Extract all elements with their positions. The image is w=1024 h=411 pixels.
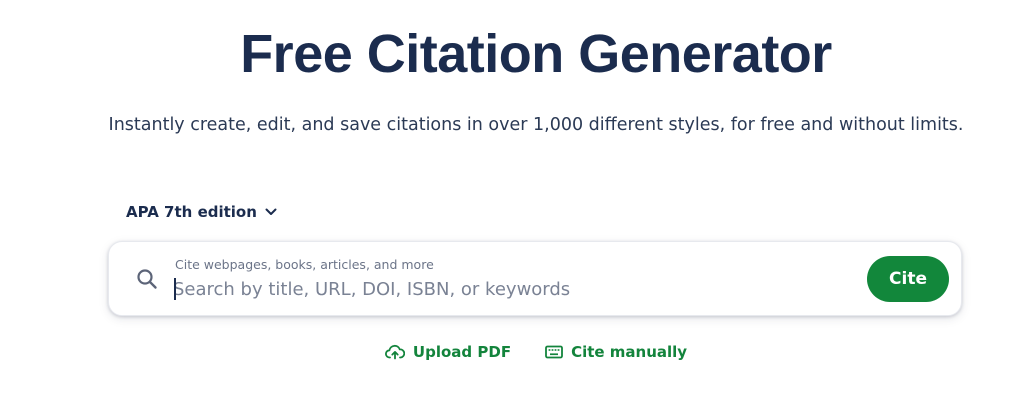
- citation-generator-page: Free Citation Generator Instantly create…: [0, 0, 1024, 411]
- cloud-upload-icon: [384, 344, 405, 360]
- page-subtitle: Instantly create, edit, and save citatio…: [108, 115, 964, 135]
- upload-pdf-link[interactable]: Upload PDF: [384, 343, 512, 361]
- page-title: Free Citation Generator: [240, 24, 832, 84]
- cite-button[interactable]: Cite: [867, 256, 949, 302]
- search-box: Cite webpages, books, articles, and more…: [108, 241, 962, 316]
- text-cursor: [174, 278, 176, 300]
- search-caption: Cite webpages, books, articles, and more: [175, 257, 434, 272]
- keyboard-icon: [545, 345, 563, 359]
- search-input[interactable]: [173, 276, 853, 302]
- upload-pdf-label: Upload PDF: [412, 343, 512, 361]
- cite-manually-link[interactable]: Cite manually: [545, 343, 687, 361]
- secondary-actions: Upload PDF Cite manually: [0, 343, 1024, 361]
- citation-style-dropdown[interactable]: APA 7th edition: [126, 201, 277, 223]
- citation-style-label: APA 7th edition: [126, 203, 257, 221]
- chevron-down-icon: [265, 208, 277, 215]
- search-icon: [137, 269, 157, 289]
- cite-manually-label: Cite manually: [571, 343, 688, 361]
